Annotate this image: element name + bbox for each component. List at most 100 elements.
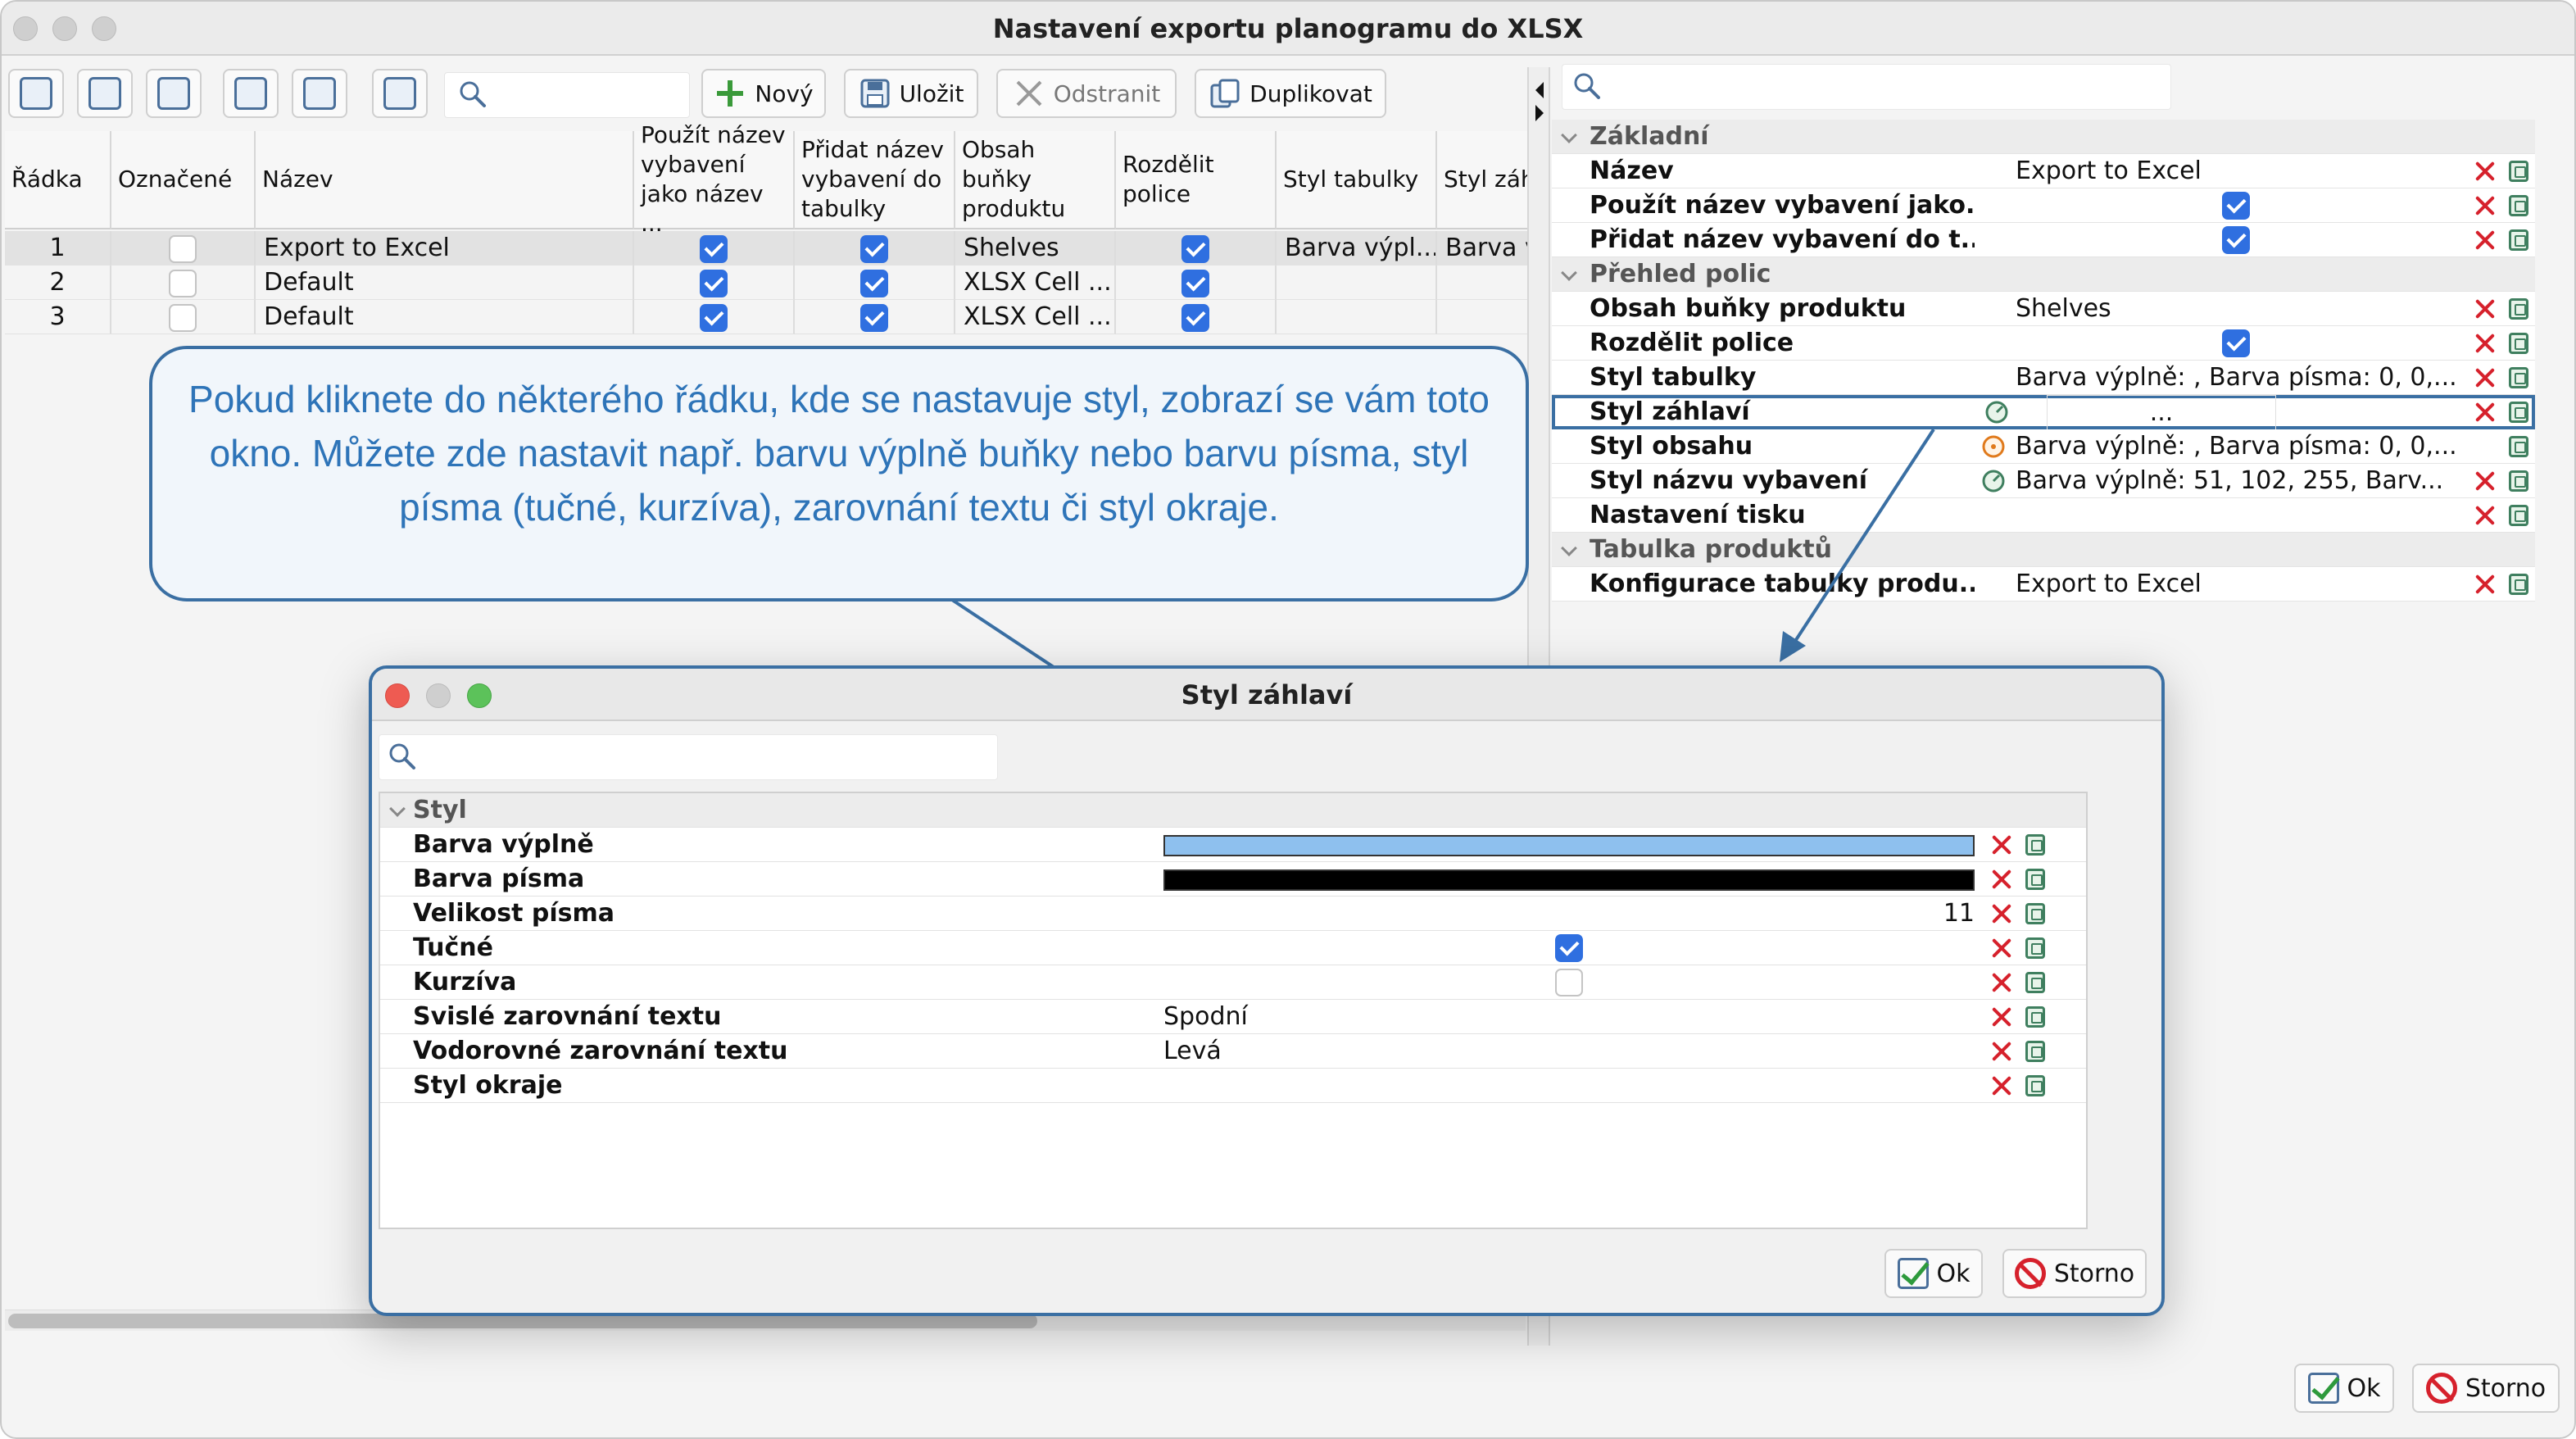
marked-checkbox[interactable] bbox=[169, 234, 197, 263]
font-color-swatch[interactable] bbox=[1163, 869, 1975, 891]
copy-value-icon[interactable] bbox=[2509, 229, 2528, 251]
style-gauge-icon[interactable] bbox=[1984, 400, 2009, 424]
copy-value-icon[interactable] bbox=[2509, 161, 2528, 182]
property-checkbox[interactable] bbox=[2222, 329, 2250, 357]
copy-value-icon[interactable] bbox=[2025, 1006, 2045, 1028]
property-row[interactable]: Vodorovné zarovnání textu Levá bbox=[380, 1034, 2086, 1069]
property-value[interactable]: Barva výplně: , Barva písma: 0, 0,... bbox=[2016, 429, 2466, 464]
group-shelf-overview[interactable]: Přehled polic bbox=[1552, 257, 2535, 292]
property-row[interactable]: Tučné bbox=[380, 931, 2086, 965]
marked-checkbox[interactable] bbox=[169, 269, 197, 297]
property-value[interactable]: Export to Excel bbox=[2016, 567, 2466, 601]
clear-icon[interactable] bbox=[2474, 298, 2496, 320]
dialog-search-input[interactable] bbox=[379, 734, 998, 780]
copy-value-icon[interactable] bbox=[2025, 1075, 2045, 1096]
property-row[interactable]: Barva písma bbox=[380, 862, 2086, 897]
row-name[interactable]: Export to Excel bbox=[256, 231, 634, 266]
split-checkbox[interactable] bbox=[1181, 234, 1209, 263]
invert-selection-button[interactable] bbox=[146, 69, 202, 118]
clear-icon[interactable] bbox=[2474, 505, 2496, 526]
row-add-name-cell[interactable] bbox=[795, 231, 955, 266]
property-value[interactable]: Export to Excel bbox=[2016, 154, 2466, 188]
row-split-cell[interactable] bbox=[1116, 300, 1277, 334]
copy-button[interactable] bbox=[223, 69, 279, 118]
export-button[interactable] bbox=[372, 69, 428, 118]
select-all-button[interactable] bbox=[8, 69, 64, 118]
copy-value-icon[interactable] bbox=[2509, 436, 2528, 457]
use-name-checkbox[interactable] bbox=[700, 303, 728, 332]
split-checkbox[interactable] bbox=[1181, 303, 1209, 332]
footer-cancel-button[interactable]: Storno bbox=[2412, 1364, 2560, 1413]
row-marked-cell[interactable] bbox=[111, 300, 256, 334]
copy-value-icon[interactable] bbox=[2025, 937, 2045, 959]
copy-value-icon[interactable] bbox=[2509, 298, 2528, 320]
group-basic[interactable]: Základní bbox=[1552, 120, 2535, 154]
group-style[interactable]: Styl bbox=[380, 793, 2086, 828]
column-header-table-style[interactable]: Styl tabulky bbox=[1277, 131, 1437, 229]
copy-value-icon[interactable] bbox=[2509, 195, 2528, 216]
copy-value-icon[interactable] bbox=[2509, 470, 2528, 492]
property-row[interactable]: Styl okraje bbox=[380, 1069, 2086, 1103]
column-header-line[interactable]: Řádka bbox=[5, 131, 111, 229]
property-checkbox[interactable] bbox=[2222, 226, 2250, 254]
property-row[interactable]: Barva výplně bbox=[380, 828, 2086, 862]
property-row[interactable]: Rozdělit police bbox=[1552, 326, 2535, 361]
fill-color-swatch[interactable] bbox=[1163, 835, 1975, 856]
row-add-name-cell[interactable] bbox=[795, 300, 955, 334]
add-name-checkbox[interactable] bbox=[860, 269, 888, 297]
row-content[interactable]: XLSX Cell ... bbox=[955, 300, 1116, 334]
copy-value-icon[interactable] bbox=[2025, 903, 2045, 924]
add-name-checkbox[interactable] bbox=[860, 234, 888, 263]
new-button[interactable]: Nový bbox=[701, 69, 826, 118]
clear-icon[interactable] bbox=[1991, 1006, 2012, 1028]
bold-checkbox[interactable] bbox=[1555, 934, 1583, 962]
save-button[interactable]: Uložit bbox=[844, 69, 978, 118]
clear-icon[interactable] bbox=[1991, 869, 2012, 890]
row-use-name-cell[interactable] bbox=[634, 300, 795, 334]
row-split-cell[interactable] bbox=[1116, 231, 1277, 266]
grid-search-input[interactable] bbox=[444, 72, 690, 118]
row-header-style[interactable] bbox=[1437, 300, 1529, 334]
copy-value-icon[interactable] bbox=[2509, 333, 2528, 354]
row-header-style[interactable]: Barva v bbox=[1437, 231, 1529, 266]
row-marked-cell[interactable] bbox=[111, 231, 256, 266]
clear-icon[interactable] bbox=[2474, 574, 2496, 595]
property-row[interactable]: Použít název vybavení jako... bbox=[1552, 188, 2535, 223]
clear-icon[interactable] bbox=[1991, 1041, 2012, 1062]
row-name[interactable]: Default bbox=[256, 300, 634, 334]
property-checkbox[interactable] bbox=[2222, 192, 2250, 220]
copy-value-icon[interactable] bbox=[2509, 402, 2528, 423]
property-row[interactable]: Styl tabulky Barva výplně: , Barva písma:… bbox=[1552, 361, 2535, 395]
add-name-checkbox[interactable] bbox=[860, 303, 888, 332]
column-header-marked[interactable]: Označené bbox=[111, 131, 256, 229]
row-use-name-cell[interactable] bbox=[634, 231, 795, 266]
row-add-name-cell[interactable] bbox=[795, 266, 955, 300]
row-content[interactable]: XLSX Cell ... bbox=[955, 266, 1116, 300]
split-checkbox[interactable] bbox=[1181, 269, 1209, 297]
column-header-split[interactable]: Rozdělit police bbox=[1116, 131, 1277, 229]
property-row[interactable]: Přidat název vybavení do t... bbox=[1552, 223, 2535, 257]
property-value[interactable]: Barva výplně: 51, 102, 255, Barv... bbox=[2016, 464, 2466, 498]
column-header-add-name[interactable]: Přidat název vybavení do tabulky bbox=[795, 131, 955, 229]
use-name-checkbox[interactable] bbox=[700, 234, 728, 263]
clear-icon[interactable] bbox=[2474, 367, 2496, 388]
duplicate-button[interactable]: Duplikovat bbox=[1195, 69, 1386, 118]
properties-search-input[interactable] bbox=[1562, 64, 2171, 110]
group-product-table[interactable]: Tabulka produktů bbox=[1552, 533, 2535, 567]
row-header-style[interactable] bbox=[1437, 266, 1529, 300]
clear-icon[interactable] bbox=[2474, 402, 2496, 423]
row-marked-cell[interactable] bbox=[111, 266, 256, 300]
italic-checkbox[interactable] bbox=[1555, 969, 1583, 996]
delete-button[interactable]: Odstranit bbox=[996, 69, 1177, 118]
dialog-cancel-button[interactable]: Storno bbox=[2002, 1249, 2147, 1298]
font-size-value[interactable]: 11 bbox=[1943, 897, 1975, 931]
copy-value-icon[interactable] bbox=[2025, 972, 2045, 993]
dialog-minimize-button[interactable] bbox=[426, 683, 451, 708]
property-row[interactable]: Styl obsahu Barva výplně: , Barva písma:… bbox=[1552, 429, 2535, 464]
clear-icon[interactable] bbox=[2474, 161, 2496, 182]
dialog-zoom-button[interactable] bbox=[467, 683, 492, 708]
style-warning-icon[interactable] bbox=[1981, 434, 2006, 459]
property-row[interactable]: Styl názvu vybavení Barva výplně: 51, 10… bbox=[1552, 464, 2535, 498]
copy-value-icon[interactable] bbox=[2025, 834, 2045, 856]
dialog-ok-button[interactable]: Ok bbox=[1884, 1249, 1983, 1298]
